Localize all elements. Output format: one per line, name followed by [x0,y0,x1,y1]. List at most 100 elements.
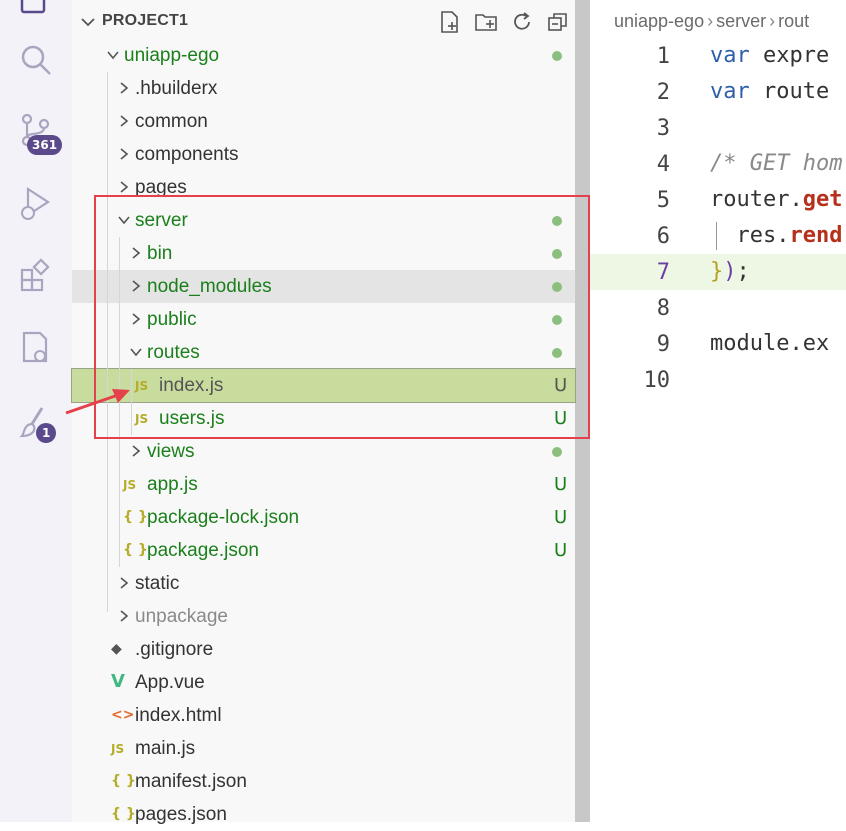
breadcrumb-item[interactable]: rout [778,11,809,31]
tree-folder[interactable]: public [72,303,575,336]
code-editor[interactable]: uniapp-ego › server › rout 1 var expre 2 var ro… [590,0,846,822]
code-content: res.rend [710,223,843,248]
tree-item-label: .gitignore [135,639,214,660]
project-title: PROJECT1 [102,12,189,29]
tree-item-label: index.html [135,705,222,726]
tree-file[interactable]: { } manifest.json [72,765,575,798]
tree-folder[interactable]: routes [72,336,575,369]
remote-explorer-icon[interactable] [18,330,54,366]
code-content: /* GET hom [710,151,842,176]
code-content: router.get [710,187,842,212]
tree-file[interactable]: <> index.html [72,699,575,732]
tree-item-label: public [147,309,197,330]
chevron-right-icon: › [707,11,714,31]
chevron-down-icon [80,14,96,35]
tree-folder[interactable]: static [72,567,575,600]
tree-file[interactable]: JS main.js [72,732,575,765]
code-text: route [749,79,830,104]
tree-item-label: .hbuilderx [135,78,218,99]
new-folder-icon[interactable] [474,10,498,34]
tree-file[interactable]: { } package.json U [72,534,575,567]
tree-folder[interactable]: views [72,435,575,468]
tree-folder[interactable]: unpackage [72,600,575,633]
code-line[interactable]: 7}); [590,254,846,290]
tree-file[interactable]: { } package-lock.json U [72,501,575,534]
breadcrumb: uniapp-ego › server › rout [614,11,809,32]
code-line[interactable]: 5 router.get [590,182,846,218]
tree-file[interactable]: ◆ .gitignore [72,633,575,666]
tree-folder[interactable]: server [72,204,575,237]
search-icon[interactable] [18,42,54,78]
json-file-icon: { } [111,806,136,822]
tree-folder[interactable]: common [72,105,575,138]
tree-file[interactable]: JS users.js U [72,402,575,435]
tree-item-label: app.js [147,474,198,495]
code-keyword: var [710,43,750,68]
code-text: ; [736,259,750,284]
git-untracked-badge: U [554,540,568,561]
code-line[interactable]: 4 /* GET hom [590,146,846,182]
git-modified-dot [552,315,562,325]
tree-item-label: index.js [159,375,224,396]
code-paren: ) [723,259,737,284]
chevron-right-icon [117,147,131,161]
tree-file[interactable]: V App.vue [72,666,575,699]
line-number: 1 [656,44,670,69]
git-modified-dot [552,282,562,292]
collapse-all-icon[interactable] [546,10,570,34]
chevron-right-icon [117,180,131,194]
run-debug-icon[interactable] [18,186,54,222]
line-number: 3 [656,116,670,141]
code-line[interactable]: 2 var route [590,74,846,110]
tree-item-label: unpackage [135,606,228,627]
tree-item-label: main.js [135,738,196,759]
chevron-right-icon: › [769,11,776,31]
tree-file[interactable]: { } pages.json [72,798,575,831]
chevron-right-icon [117,609,131,623]
source-control-badge: 361 [27,135,63,155]
code-line[interactable]: 9 module.ex [590,326,846,362]
breadcrumb-item[interactable]: server [716,11,766,31]
code-function: get [802,187,843,212]
breadcrumb-item[interactable]: uniapp-ego [614,11,704,31]
refresh-icon[interactable] [510,10,534,34]
tree-file[interactable]: JS index.js U [71,368,576,403]
tree-folder[interactable]: uniapp-ego [72,39,575,72]
tree-folder[interactable]: pages [72,171,575,204]
tree-file[interactable]: JS app.js U [72,468,575,501]
sidebar-scrollbar[interactable] [575,0,590,822]
line-number: 9 [656,332,670,357]
project-header[interactable]: PROJECT1 [72,0,590,44]
code-content: }); [710,259,750,284]
line-number: 8 [656,296,670,321]
tree-folder[interactable]: .hbuilderx [72,72,575,105]
code-text: router. [710,187,803,212]
code-line[interactable]: 3 [590,110,846,146]
json-file-icon: { } [123,509,148,525]
git-modified-dot [552,348,562,358]
chevron-down-icon [117,213,131,227]
code-line[interactable]: 8 [590,290,846,326]
tree-item-label: node_modules [147,276,272,297]
new-file-icon[interactable] [438,10,462,34]
js-file-icon: JS [123,478,137,492]
tree-item-label: uniapp-ego [124,45,220,66]
tree-folder[interactable]: components [72,138,575,171]
code-line[interactable]: 10 [590,362,846,398]
tree-folder[interactable]: bin [72,237,575,270]
chevron-right-icon [129,312,143,326]
code-content: var route [710,79,829,104]
js-file-icon: JS [111,742,125,756]
tree-item-label: routes [147,342,200,363]
annotation-arrow [65,389,130,415]
code-line[interactable]: 1 var expre [590,38,846,74]
chevron-right-icon [129,246,143,260]
tree-folder[interactable]: node_modules [72,270,575,303]
explorer-icon[interactable] [18,0,54,24]
code-line[interactable]: 6 res.rend [590,218,846,254]
git-untracked-badge: U [554,507,568,528]
extensions-icon[interactable] [18,258,54,294]
chevron-right-icon [117,576,131,590]
code-comment: /* GET hom [710,151,843,176]
tree-item-label: server [135,210,188,231]
